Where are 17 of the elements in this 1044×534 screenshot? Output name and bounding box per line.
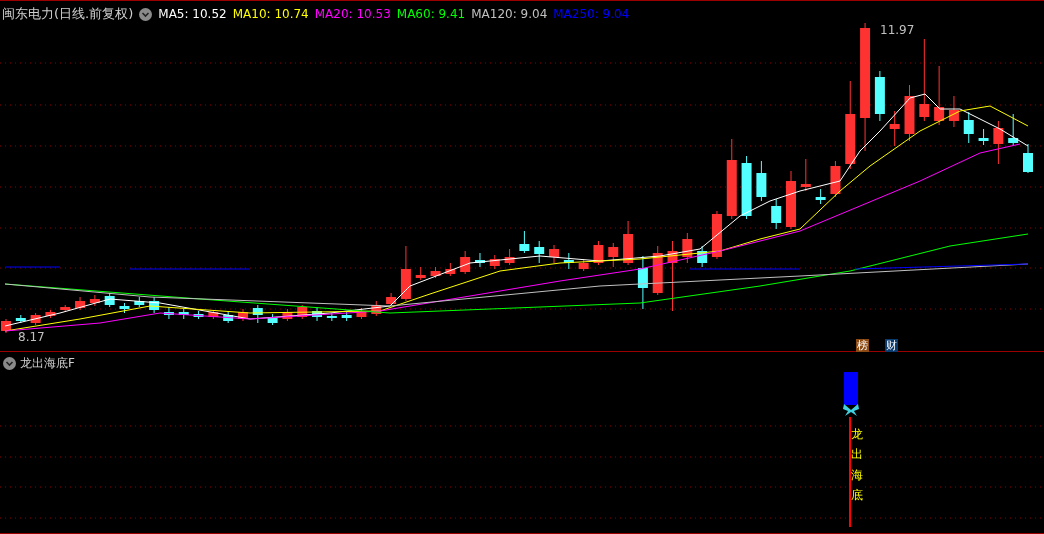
info-tag[interactable]: 榜 — [856, 339, 869, 352]
moving-average-label: MA60: 9.41 — [396, 7, 466, 21]
indicator-title: 龙出海底F — [20, 355, 75, 372]
moving-average-label: MA250: 9.04 — [553, 7, 630, 21]
low-price-label: 8.17 — [18, 330, 45, 344]
moving-average-label: MA5: 10.52 — [158, 7, 227, 21]
stock-title: 闽东电力(日线.前复权) — [2, 5, 134, 23]
high-price-label: 11.97 — [880, 23, 915, 37]
moving-average-label: MA120: 9.04 — [471, 7, 548, 21]
signal-line-icon — [849, 417, 851, 527]
dropdown-icon[interactable] — [139, 7, 153, 21]
info-tag[interactable]: 财 — [885, 339, 898, 352]
dropdown-icon[interactable] — [3, 357, 16, 370]
butterfly-icon — [843, 404, 859, 417]
moving-average-label: MA20: 10.53 — [314, 7, 391, 21]
signal-bar-icon — [844, 372, 858, 405]
moving-average-label: MA10: 10.74 — [232, 7, 309, 21]
